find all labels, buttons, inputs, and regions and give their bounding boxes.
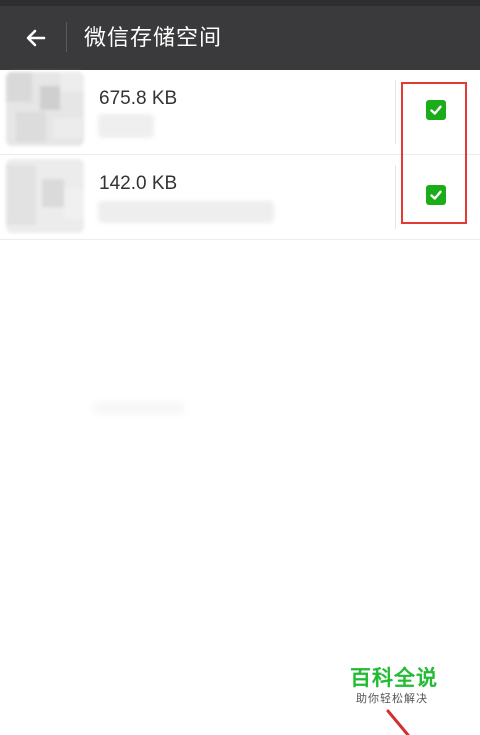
file-size: 142.0 KB: [99, 173, 178, 194]
checkbox-highlight-box: [401, 82, 467, 224]
watermark-title: 百科全说: [350, 666, 438, 690]
watermark-subtitle: 助你轻松解决: [356, 692, 428, 705]
title-bar: 微信存储空间: [0, 0, 480, 70]
file-detail-redacted: [98, 201, 274, 223]
status-strip: [0, 0, 480, 6]
file-thumbnail: [6, 159, 84, 233]
back-button[interactable]: [18, 20, 54, 56]
page-title: 微信存储空间: [84, 26, 223, 51]
file-thumbnail: [6, 72, 84, 146]
red-arrow-icon: [386, 709, 410, 735]
file-size: 675.8 KB: [99, 88, 178, 109]
file-detail-redacted: [98, 114, 154, 138]
row-divider: [395, 80, 396, 144]
back-arrow-icon: [26, 29, 46, 47]
title-divider: [66, 22, 67, 52]
faint-placeholder: [94, 402, 184, 414]
row-divider: [395, 165, 396, 229]
